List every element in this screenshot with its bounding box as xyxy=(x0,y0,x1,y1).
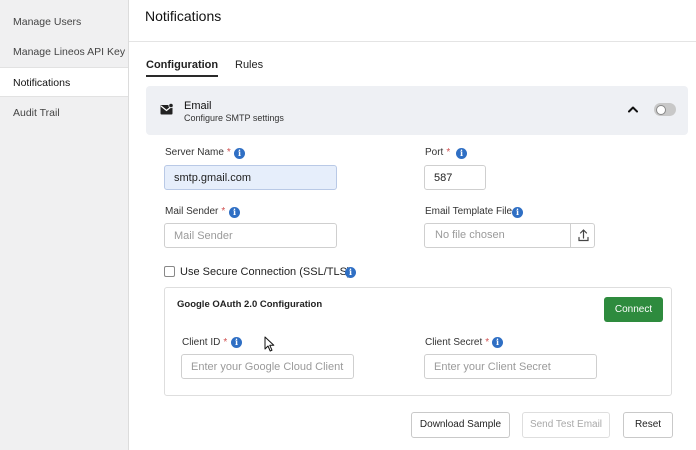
upload-button[interactable] xyxy=(570,224,595,247)
toggle-knob xyxy=(655,104,666,115)
port-label: Port * xyxy=(425,147,451,158)
mail-icon xyxy=(160,103,173,115)
info-icon[interactable]: i xyxy=(229,207,240,218)
tab-rules[interactable]: Rules xyxy=(235,59,263,71)
info-icon[interactable]: i xyxy=(345,267,356,278)
page-title: Notifications xyxy=(145,8,222,24)
sidebar: Manage Users Manage Lineos API Key Notif… xyxy=(0,0,129,450)
file-chosen-text: No file chosen xyxy=(435,229,505,241)
mail-sender-input[interactable] xyxy=(164,223,337,248)
port-input[interactable] xyxy=(424,165,486,190)
sidebar-item-notifications[interactable]: Notifications xyxy=(0,67,128,97)
email-enable-toggle[interactable] xyxy=(654,103,676,116)
template-file-label: Email Template File xyxy=(425,206,513,217)
oauth-config-title: Google OAuth 2.0 Configuration xyxy=(177,299,323,310)
info-icon[interactable]: i xyxy=(492,337,503,348)
info-icon[interactable]: i xyxy=(456,148,467,159)
upload-icon xyxy=(578,229,589,242)
info-icon[interactable]: i xyxy=(234,148,245,159)
connect-button[interactable]: Connect xyxy=(604,297,663,322)
template-file-input[interactable]: No file chosen xyxy=(424,223,595,248)
required-mark: * xyxy=(485,337,490,348)
chevron-up-icon[interactable] xyxy=(627,104,639,114)
secure-connection-label: Use Secure Connection (SSL/TLS) xyxy=(180,266,351,278)
sidebar-item-manage-api-key[interactable]: Manage Lineos API Key xyxy=(0,37,128,67)
client-id-input[interactable] xyxy=(181,354,354,379)
sidebar-item-audit-trail[interactable]: Audit Trail xyxy=(0,98,128,128)
server-name-label: Server Name * xyxy=(165,147,231,158)
sidebar-item-manage-users[interactable]: Manage Users xyxy=(0,7,128,37)
reset-button[interactable]: Reset xyxy=(623,412,673,438)
client-secret-input[interactable] xyxy=(424,354,597,379)
info-icon[interactable]: i xyxy=(512,207,523,218)
email-section-title: Email xyxy=(184,100,212,112)
mouse-cursor-icon xyxy=(264,336,275,352)
email-section-subtitle: Configure SMTP settings xyxy=(184,113,284,123)
header-divider xyxy=(129,41,696,42)
required-mark: * xyxy=(221,206,226,217)
email-section-header[interactable] xyxy=(146,86,688,135)
secure-connection-checkbox[interactable] xyxy=(164,266,175,277)
required-mark: * xyxy=(223,337,228,348)
active-tab-indicator xyxy=(146,75,218,77)
info-icon[interactable]: i xyxy=(231,337,242,348)
mail-sender-label: Mail Sender * xyxy=(165,206,226,217)
client-id-label: Client ID * xyxy=(182,337,228,348)
download-sample-button[interactable]: Download Sample xyxy=(411,412,510,438)
required-mark: * xyxy=(446,147,451,158)
server-name-input[interactable] xyxy=(164,165,337,190)
client-secret-label: Client Secret * xyxy=(425,337,490,348)
send-test-email-button[interactable]: Send Test Email xyxy=(522,412,610,438)
required-mark: * xyxy=(226,147,231,158)
tab-configuration[interactable]: Configuration xyxy=(146,59,218,71)
